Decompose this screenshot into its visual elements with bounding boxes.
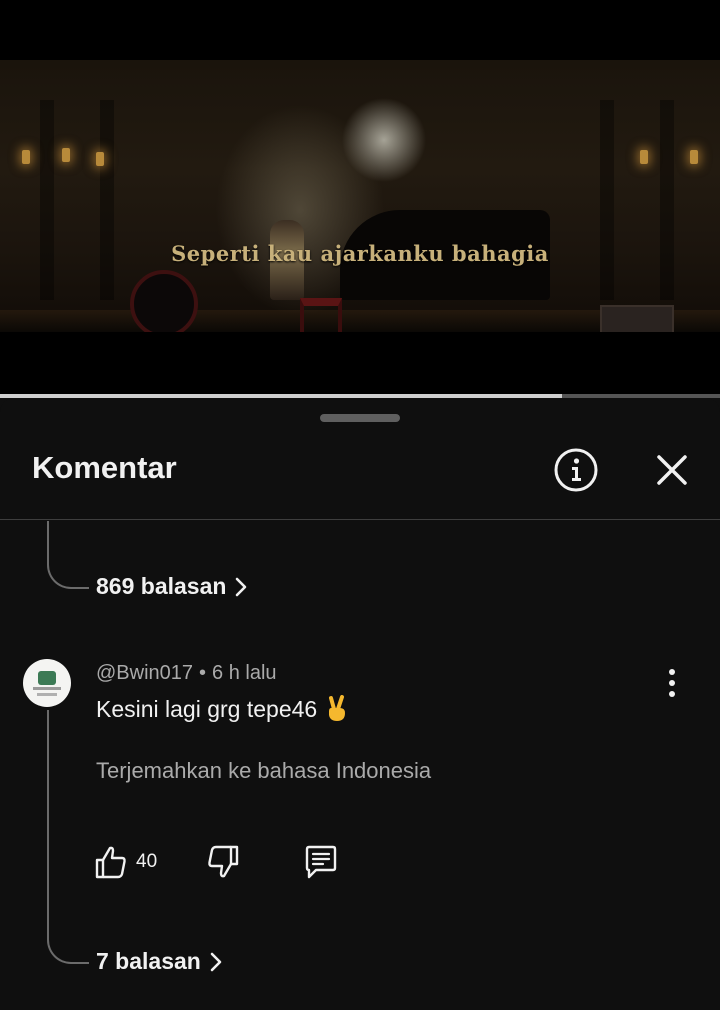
comment-body: Kesini lagi grg tepe46	[96, 695, 349, 723]
thread-line	[47, 710, 49, 936]
panel-title: Komentar	[32, 450, 177, 485]
close-icon	[657, 455, 687, 485]
translate-link[interactable]: Terjemahkan ke bahasa Indonesia	[96, 758, 431, 784]
more-vert-icon	[669, 669, 675, 697]
meta-separator: •	[199, 662, 207, 684]
thumbs-up-icon	[95, 846, 126, 879]
video-player[interactable]: Seperti kau ajarkanku bahagia	[0, 0, 720, 398]
close-button[interactable]	[650, 448, 694, 492]
chevron-right-icon	[210, 952, 222, 971]
info-button[interactable]	[554, 448, 598, 492]
comment-actions: 40	[94, 844, 338, 880]
comment-meta: @Bwin017 • 6 h lalu	[96, 662, 277, 685]
video-frame: Seperti kau ajarkanku bahagia	[0, 60, 720, 332]
thread-connector	[47, 918, 89, 964]
info-icon	[554, 448, 598, 492]
dislike-button[interactable]	[206, 844, 304, 880]
video-subtitle: Seperti kau ajarkanku bahagia	[171, 241, 549, 266]
replies-count-label: 7 balasan	[96, 948, 201, 974]
victory-hand-emoji	[329, 695, 346, 721]
like-count: 40	[136, 851, 158, 872]
comment-time: 6 h lalu	[212, 662, 277, 684]
chevron-right-icon	[236, 577, 247, 596]
reply-button[interactable]	[304, 844, 338, 880]
thread-connector	[47, 521, 89, 589]
drag-handle[interactable]	[320, 414, 400, 422]
more-options-button[interactable]	[658, 666, 686, 700]
comment-author[interactable]: @Bwin017	[96, 662, 193, 684]
replies-count-label: 869 balasan	[96, 573, 227, 599]
view-replies-link[interactable]: 7 balasan	[96, 948, 225, 975]
thumbs-down-icon	[208, 845, 239, 878]
comment-text: Kesini lagi grg tepe46	[96, 695, 318, 722]
comment-reply-icon	[305, 845, 337, 879]
like-button[interactable]: 40	[94, 844, 206, 880]
comments-sheet: Komentar 869 balasan @Bwin017 • 6 h lalu K…	[0, 398, 720, 1010]
avatar[interactable]	[23, 659, 71, 707]
view-replies-link[interactable]: 869 balasan	[96, 573, 250, 600]
header-divider	[0, 519, 720, 520]
